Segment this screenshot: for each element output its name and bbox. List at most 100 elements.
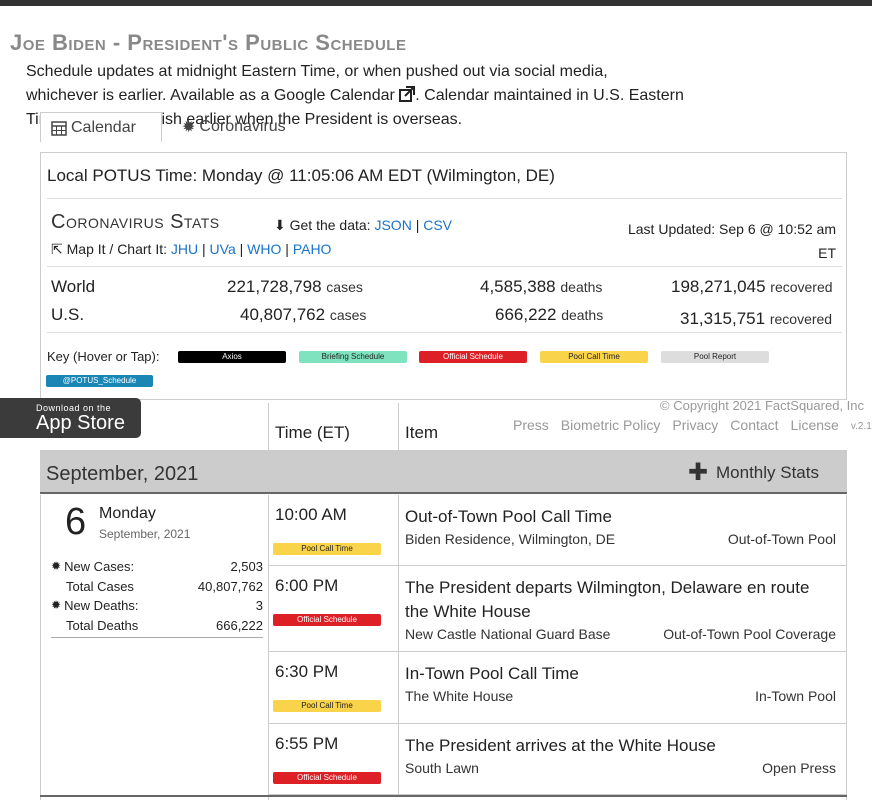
key-badge-potus-schedule[interactable]: @POTUS_Schedule (46, 375, 153, 387)
deaths-value: 666,222 deaths (495, 305, 604, 324)
intro-line-2b: . Calendar maintained in U.S. Eastern (415, 87, 684, 104)
contact-link[interactable]: Contact (730, 417, 778, 433)
csv-link[interactable]: CSV (423, 217, 452, 233)
key-label: Key (Hover or Tap): (47, 349, 160, 364)
event-badge[interactable]: Official Schedule (273, 772, 381, 784)
divider (47, 198, 842, 199)
new-cases-row: ✹ New Cases: 2,503 (51, 557, 263, 577)
day-date: September, 2021 (99, 527, 191, 541)
event-pool: Out-of-Town Pool Coverage (663, 626, 836, 642)
total-cases-value: 40,807,762 (197, 578, 263, 594)
copyright: © Copyright 2021 FactSquared, Inc (660, 398, 864, 413)
divider (47, 266, 842, 267)
separator: | (285, 241, 289, 257)
event-badge[interactable]: Pool Call Time (273, 543, 381, 555)
bottom-rule (40, 795, 847, 797)
key-badge-pool-report[interactable]: Pool Report (661, 351, 769, 363)
event-row[interactable]: 6:55 PM Official Schedule The President … (269, 724, 846, 795)
total-deaths-value: 666,222 (216, 617, 263, 633)
event-title: In-Town Pool Call Time (405, 664, 579, 683)
press-link[interactable]: Press (513, 417, 549, 433)
event-pool: Open Press (762, 760, 836, 776)
event-location: Biden Residence, Wilmington, DE (405, 531, 616, 547)
event-time-cell: 6:30 PM Pool Call Time (269, 652, 399, 723)
json-link[interactable]: JSON (374, 217, 411, 233)
day-name: Monday (99, 505, 156, 522)
tab-calendar-label: Calendar (71, 118, 136, 136)
region-label: U.S. (51, 305, 85, 324)
total-cases-row: Total Cases 40,807,762 (51, 577, 263, 597)
get-data-label: Get the data: (289, 217, 375, 233)
map-it: ⇱ Map It / Chart It: JHU | UVa | WHO | P… (51, 241, 331, 258)
time-column-header: Time (ET) (268, 403, 398, 451)
last-updated: Last Updated: Sep 6 @ 10:52 am ET (627, 221, 836, 261)
uva-link[interactable]: UVa (210, 241, 236, 257)
cases-value: 40,807,762 cases (240, 305, 367, 324)
day-number: 6 (65, 501, 87, 543)
event-row[interactable]: 6:00 PM Official Schedule The President … (269, 566, 846, 652)
tab-calendar[interactable]: Calendar (40, 112, 162, 142)
total-deaths-row: Total Deaths 666,222 (51, 616, 263, 636)
event-pool: In-Town Pool (755, 688, 836, 704)
license-link[interactable]: License (791, 417, 839, 433)
tab-coronavirus-label: Coronavirus (199, 118, 286, 135)
event-location: New Castle National Guard Base (405, 626, 611, 642)
key-badge-official[interactable]: Official Schedule (419, 351, 527, 363)
map-label: Map It / Chart It: (66, 241, 171, 257)
top-bar (0, 0, 872, 6)
intro-line-1: Schedule updates at midnight Eastern Tim… (26, 63, 608, 80)
separator: | (415, 217, 420, 233)
biometric-policy-link[interactable]: Biometric Policy (561, 417, 661, 433)
tab-coronavirus[interactable]: ✹ Coronavirus (172, 112, 302, 142)
page-title: Joe Biden - President's Public Schedule (10, 30, 407, 55)
download-icon: ⬇ (274, 217, 286, 233)
potus-time: Local POTUS Time: Monday @ 11:05:06 AM E… (47, 166, 555, 185)
event-location: South Lawn (405, 760, 479, 776)
virus-icon: ✹ (182, 119, 196, 136)
stats-title: Coronavirus Stats (51, 211, 220, 233)
app-store-line-2: App Store (36, 412, 125, 434)
app-store-badge[interactable]: Download on the App Store (0, 398, 141, 438)
event-time-cell: 10:00 AM Pool Call Time (269, 495, 399, 565)
event-time-cell: 6:55 PM Official Schedule (269, 724, 399, 794)
stats-row-us: U.S. 40,807,762 cases 666,222 deaths 31,… (47, 305, 842, 333)
event-title: Out-of-Town Pool Call Time (405, 507, 612, 526)
recovered-value: 31,315,751 recovered (680, 309, 833, 328)
separator: | (202, 241, 206, 257)
divider (47, 332, 842, 333)
key-badge-axios[interactable]: Axios (178, 351, 286, 363)
event-time: 10:00 AM (275, 505, 347, 524)
who-link[interactable]: WHO (247, 241, 281, 257)
paho-link[interactable]: PAHO (293, 241, 332, 257)
event-pool: Out-of-Town Pool (727, 531, 836, 547)
plus-icon: ✚ (687, 459, 708, 486)
key-badge-briefing[interactable]: Briefing Schedule (299, 351, 407, 363)
key-badge-pool-call[interactable]: Pool Call Time (540, 351, 648, 363)
intro-line-2a: whichever is earlier. Available as a (26, 87, 274, 104)
event-time: 6:30 PM (275, 662, 339, 681)
version: v.2.1 (850, 421, 872, 432)
jhu-link[interactable]: JHU (171, 241, 198, 257)
event-title: The President arrives at the White House (405, 736, 716, 755)
new-deaths-value: 3 (255, 598, 263, 613)
recovered-value: 198,271,045 recovered (671, 277, 833, 296)
event-row[interactable]: 10:00 AM Pool Call Time Out-of-Town Pool… (269, 495, 846, 566)
monthly-stats-label: Monthly Stats (716, 463, 819, 482)
external-link-icon: ⇱ (51, 241, 63, 257)
privacy-link[interactable]: Privacy (672, 417, 718, 433)
new-cases-value: 2,503 (230, 559, 263, 574)
monthly-stats-button[interactable]: ✚ Monthly Stats (687, 459, 819, 486)
event-row[interactable]: 6:30 PM Pool Call Time In-Town Pool Call… (269, 652, 846, 724)
virus-icon: ✹ (51, 598, 62, 612)
google-calendar-link[interactable]: Google Calendar (274, 87, 395, 104)
event-badge[interactable]: Official Schedule (273, 614, 381, 626)
event-badge[interactable]: Pool Call Time (273, 700, 381, 712)
external-link-icon[interactable] (399, 86, 416, 102)
calendar-icon (51, 120, 67, 136)
cases-value: 221,728,798 cases (227, 277, 363, 296)
stats-card: Local POTUS Time: Monday @ 11:05:06 AM E… (40, 152, 847, 400)
footer-links: Press Biometric Policy Privacy Contact L… (513, 417, 872, 433)
event-title: The President departs Wilmington, Delawa… (405, 578, 810, 621)
day-cell: 6 Monday September, 2021 ✹ New Cases: 2,5… (41, 495, 269, 800)
new-deaths-row: ✹ New Deaths: 3 (51, 596, 263, 616)
